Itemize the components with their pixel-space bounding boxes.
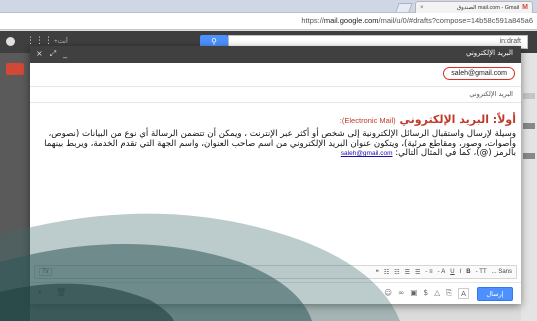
compose-header: × ⤢ _ البريد الإلكتروني <box>30 46 521 63</box>
compose-footer: إرسال A ⎘ △ $ ▣ ∞ ☺ 🗑 ▾ <box>30 282 521 304</box>
url-prefix: https:// <box>301 16 324 25</box>
compose-button[interactable] <box>6 63 24 75</box>
account-circle-icon[interactable] <box>6 37 15 46</box>
list-item[interactable] <box>523 93 535 99</box>
subject-field[interactable]: البريد الإلكتروني <box>30 87 521 103</box>
email-example-link[interactable]: saleh@gmail.com <box>341 150 393 157</box>
window-controls: × ⤢ _ <box>36 49 67 59</box>
body-text: وسيلة لإرسال واستقبال الرسائل الإلكتروني… <box>44 129 516 159</box>
compose-window: × ⤢ _ البريد الإلكتروني saleh@gmail.com … <box>30 46 521 304</box>
compose-tools: A ⎘ △ $ ▣ ∞ ☺ <box>384 288 469 299</box>
url-text[interactable]: https://mail.google.com/mail/u/0/#drafts… <box>301 16 533 25</box>
numbered-list-icon[interactable]: ☰ <box>415 269 420 276</box>
drive-icon[interactable]: △ <box>434 288 440 299</box>
formatting-toolbar: Sans ... TT - B I U A - ≡ - ☰ ☰ ☷ ☷ ❝ Tx <box>34 265 517 279</box>
quote-icon[interactable]: ❝ <box>376 269 379 276</box>
bold-button[interactable]: B <box>466 269 470 275</box>
subject-text[interactable]: البريد الإلكتروني <box>469 90 513 98</box>
list-item[interactable] <box>523 153 535 159</box>
send-button[interactable]: إرسال <box>477 287 513 301</box>
attach-icon[interactable]: ⎘ <box>446 288 452 299</box>
font-family-select[interactable]: Sans ... <box>492 269 512 275</box>
formatting-toggle-icon[interactable]: A <box>457 288 469 299</box>
message-body[interactable]: أولاً: البريد الإلكتروني (Electronic Mai… <box>40 112 516 159</box>
recipient-chip[interactable]: saleh@gmail.com <box>443 67 515 80</box>
expand-icon[interactable]: ⤢ <box>50 49 56 59</box>
indent-less-icon[interactable]: ☷ <box>394 269 399 276</box>
compose-title: البريد الإلكتروني <box>466 49 513 57</box>
new-tab-button[interactable] <box>395 3 413 12</box>
remove-formatting-icon[interactable]: Tx <box>39 268 52 276</box>
align-select[interactable]: ≡ - <box>425 269 432 275</box>
close-icon[interactable]: × <box>36 49 43 59</box>
link-icon[interactable]: ∞ <box>398 288 404 299</box>
browser-titlebar: M mail.com - Gmail الصندوق × <box>0 0 537 13</box>
recipients-field[interactable]: saleh@gmail.com <box>30 63 521 87</box>
money-icon[interactable]: $ <box>423 288 428 299</box>
italic-button[interactable]: I <box>460 269 462 275</box>
tab-title: mail.com - Gmail الصندوق <box>456 4 520 11</box>
plus-profile-link[interactable]: +أنت <box>54 37 68 45</box>
heading-english: (Electronic Mail): <box>339 116 396 125</box>
mail-list-edge <box>521 53 537 321</box>
font-size-select[interactable]: TT - <box>476 269 487 275</box>
url-path: /mail/u/0/#drafts?compose=14b58c591a845a… <box>378 16 534 25</box>
underline-button[interactable]: U <box>450 269 454 275</box>
more-options-icon[interactable]: ▾ <box>38 288 42 296</box>
text-color-button[interactable]: A - <box>438 269 446 275</box>
body-heading: أولاً: البريد الإلكتروني (Electronic Mai… <box>40 112 516 128</box>
mail-sidebar <box>0 53 30 321</box>
photo-icon[interactable]: ▣ <box>410 288 417 299</box>
body-paragraph: وسيلة لإرسال واستقبال الرسائل الإلكتروني… <box>40 129 516 159</box>
address-bar[interactable]: https://mail.google.com/mail/u/0/#drafts… <box>0 13 537 30</box>
url-host: mail.google.com <box>323 16 379 25</box>
list-item[interactable] <box>523 123 535 129</box>
bulleted-list-icon[interactable]: ☰ <box>405 269 410 276</box>
heading-arabic: أولاً: البريد الإلكتروني <box>399 113 517 126</box>
trash-icon[interactable]: 🗑 <box>56 288 66 297</box>
search-icon: ⚲ <box>211 37 217 46</box>
gmail-logo-icon: M <box>522 4 528 11</box>
minimize-icon[interactable]: _ <box>63 49 67 59</box>
indent-more-icon[interactable]: ☷ <box>384 269 389 276</box>
emoji-icon[interactable]: ☺ <box>384 288 392 299</box>
browser-tab[interactable]: M mail.com - Gmail الصندوق × <box>415 1 533 13</box>
tab-close-icon[interactable]: × <box>420 5 424 11</box>
